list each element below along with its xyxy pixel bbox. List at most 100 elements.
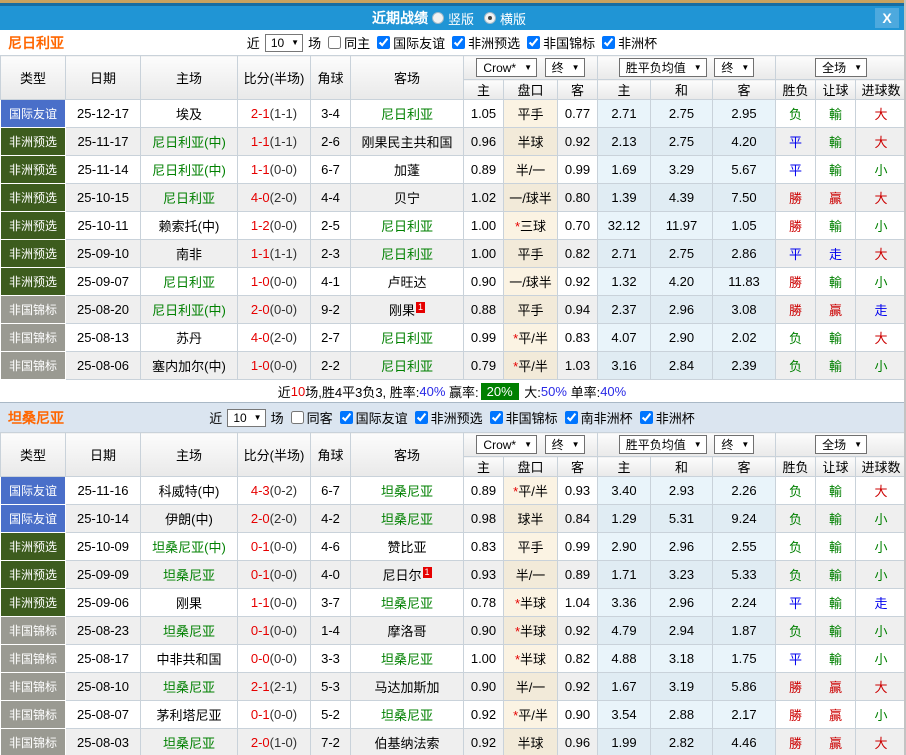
sub-header-handicap-result: 让球 — [815, 456, 857, 477]
handicap: 球半 — [503, 504, 558, 533]
score: 1-0(0-0) — [237, 267, 311, 296]
goals-result-value: 小 — [874, 540, 888, 555]
team-name: 尼日利亚 — [8, 34, 64, 51]
table-row: 非洲预选 25-10-11 赖索托(中) 1-2(0-0) 2-5 尼日利亚 1.00 *三球… — [0, 211, 904, 240]
competition-label: 国际友谊 — [393, 36, 446, 51]
competition-checkbox[interactable] — [377, 36, 391, 49]
col-header-home: 主场 — [140, 432, 238, 477]
same-venue-checkbox[interactable] — [328, 36, 342, 49]
goals-result: 小 — [855, 700, 904, 729]
avg-stage-select[interactable]: 终 ▼ — [714, 435, 755, 454]
goals-result: 走 — [855, 588, 904, 617]
avg-select[interactable]: 胜平负均值 ▼ — [618, 58, 707, 77]
competition-checkbox[interactable] — [489, 411, 503, 424]
layout-radio-horizontal-label[interactable]: 横版 — [500, 9, 526, 28]
table-row: 非洲预选 25-10-09 坦桑尼亚(中) 0-1(0-0) 4-6 赞比亚 0.83 平手 0… — [0, 532, 904, 561]
fulltime-score: 0-1 — [250, 567, 270, 582]
handicap-name: 半球 — [520, 624, 547, 639]
goals-result: 小 — [855, 267, 904, 296]
odds-home: 0.90 — [463, 672, 504, 701]
sub-header-avg-draw: 和 — [650, 79, 713, 100]
handicap: 平手 — [503, 295, 558, 324]
competition-checkbox[interactable] — [639, 411, 653, 424]
table-row: 非洲预选 25-09-10 南非 1-1(1-1) 2-3 尼日利亚 1.00 平手 0.82 2… — [0, 239, 904, 268]
away-team: 坦桑尼亚 — [350, 504, 464, 533]
away-team: 加蓬 — [350, 155, 464, 184]
competition-checkbox[interactable] — [564, 411, 578, 424]
match-type-badge: 非国锦标 — [0, 351, 66, 380]
games-label: 场 — [270, 411, 284, 426]
odds-home: 1.00 — [463, 239, 504, 268]
home-team: 茅利塔尼亚 — [140, 700, 238, 729]
bookmaker-select[interactable]: Crow* ▼ — [476, 58, 538, 78]
odds-home: 0.89 — [463, 155, 504, 184]
avg-draw: 2.96 — [650, 532, 713, 561]
match-type-badge: 国际友谊 — [0, 99, 66, 128]
handicap-result-value: 贏 — [829, 736, 843, 751]
layout-radio-vertical[interactable] — [431, 12, 444, 24]
handicap-result-value: 輸 — [829, 219, 843, 234]
avg-away: 5.67 — [711, 155, 777, 184]
odds-away: 0.83 — [557, 323, 598, 352]
score: 2-1(2-1) — [237, 672, 311, 701]
avg-draw: 4.39 — [650, 183, 713, 212]
handicap-result-value: 輸 — [829, 163, 843, 178]
competition-checkbox[interactable] — [414, 411, 428, 424]
match-count-select[interactable]: 10 ▼ — [227, 408, 266, 427]
away-team: 尼日尔 1 — [350, 560, 464, 589]
result: 平 — [775, 239, 817, 268]
away-team: 刚果民主共和国 — [350, 127, 464, 156]
table-row: 非洲预选 25-11-14 尼日利亚(中) 1-1(0-0) 6-7 加蓬 0.89 半/一 0… — [0, 155, 904, 184]
score: 0-1(0-0) — [237, 532, 311, 561]
same-venue-checkbox[interactable] — [290, 411, 304, 424]
avg-select[interactable]: 胜平负均值 ▼ — [618, 435, 707, 454]
bookmaker-select[interactable]: Crow* ▼ — [476, 435, 538, 455]
competition-checkbox[interactable] — [339, 411, 353, 424]
score: 1-1(1-1) — [237, 127, 311, 156]
match-type-badge: 非洲预选 — [0, 239, 66, 268]
halftime-score: (1-1) — [269, 134, 298, 149]
handicap-name: 平手 — [517, 247, 544, 262]
avg-draw: 2.88 — [650, 700, 713, 729]
competition-checkbox[interactable] — [452, 36, 466, 49]
fullmatch-select[interactable]: 全场 ▼ — [815, 58, 867, 77]
away-team: 尼日利亚 — [350, 323, 464, 352]
away-team-name: 赞比亚 — [387, 540, 427, 555]
match-date: 25-11-14 — [65, 155, 141, 184]
odds-home: 1.00 — [463, 644, 504, 673]
odds-away: 0.90 — [557, 700, 598, 729]
recent-record-window: 近期战绩 竖版 横版 X 尼日利亚 近 10 ▼ 场同主 国际友谊 非洲预选 非国锦标 非洲杯… — [0, 0, 906, 755]
halftime-score: (0-0) — [269, 651, 298, 666]
sub-header-avg-draw: 和 — [650, 456, 713, 477]
table-row: 非国锦标 25-08-13 苏丹 4-0(2-0) 2-7 尼日利亚 0.99 *平/半 0.8… — [0, 323, 904, 352]
home-team: 塞内加尔(中) — [140, 351, 238, 380]
match-count-value: 10 — [270, 35, 285, 50]
match-date: 25-09-07 — [65, 267, 141, 296]
odds-stage-select[interactable]: 终 ▼ — [544, 57, 585, 77]
competition-checkbox[interactable] — [527, 36, 541, 49]
result-value: 勝 — [789, 680, 803, 695]
handicap: *平/半 — [503, 351, 558, 380]
odds-stage-select[interactable]: 终 ▼ — [544, 434, 585, 454]
goals-result-value: 大 — [874, 331, 888, 346]
layout-radio-horizontal[interactable] — [484, 12, 496, 24]
handicap-result-value: 輸 — [829, 135, 843, 150]
fulltime-score: 1-1 — [250, 246, 270, 261]
odds-home: 0.96 — [463, 127, 504, 156]
competition-checkbox[interactable] — [602, 36, 616, 49]
goals-result: 小 — [855, 504, 904, 533]
match-count-select[interactable]: 10 ▼ — [264, 33, 304, 52]
avg-draw: 2.93 — [650, 476, 713, 505]
layout-radio-vertical-label[interactable]: 竖版 — [448, 9, 474, 28]
goals-result: 大 — [855, 239, 904, 268]
close-icon[interactable]: X — [875, 8, 899, 28]
handicap: 半/一 — [503, 672, 558, 701]
fullmatch-select[interactable]: 全场 ▼ — [815, 435, 867, 454]
handicap: *平/半 — [503, 700, 558, 729]
away-team-name: 尼日尔 — [382, 568, 422, 583]
handicap-result: 走 — [815, 239, 857, 268]
avg-home: 3.16 — [597, 351, 651, 380]
avg-stage-select[interactable]: 终 ▼ — [714, 58, 755, 77]
goals-result-value: 小 — [874, 219, 888, 234]
home-team: 坦桑尼亚 — [140, 616, 238, 645]
